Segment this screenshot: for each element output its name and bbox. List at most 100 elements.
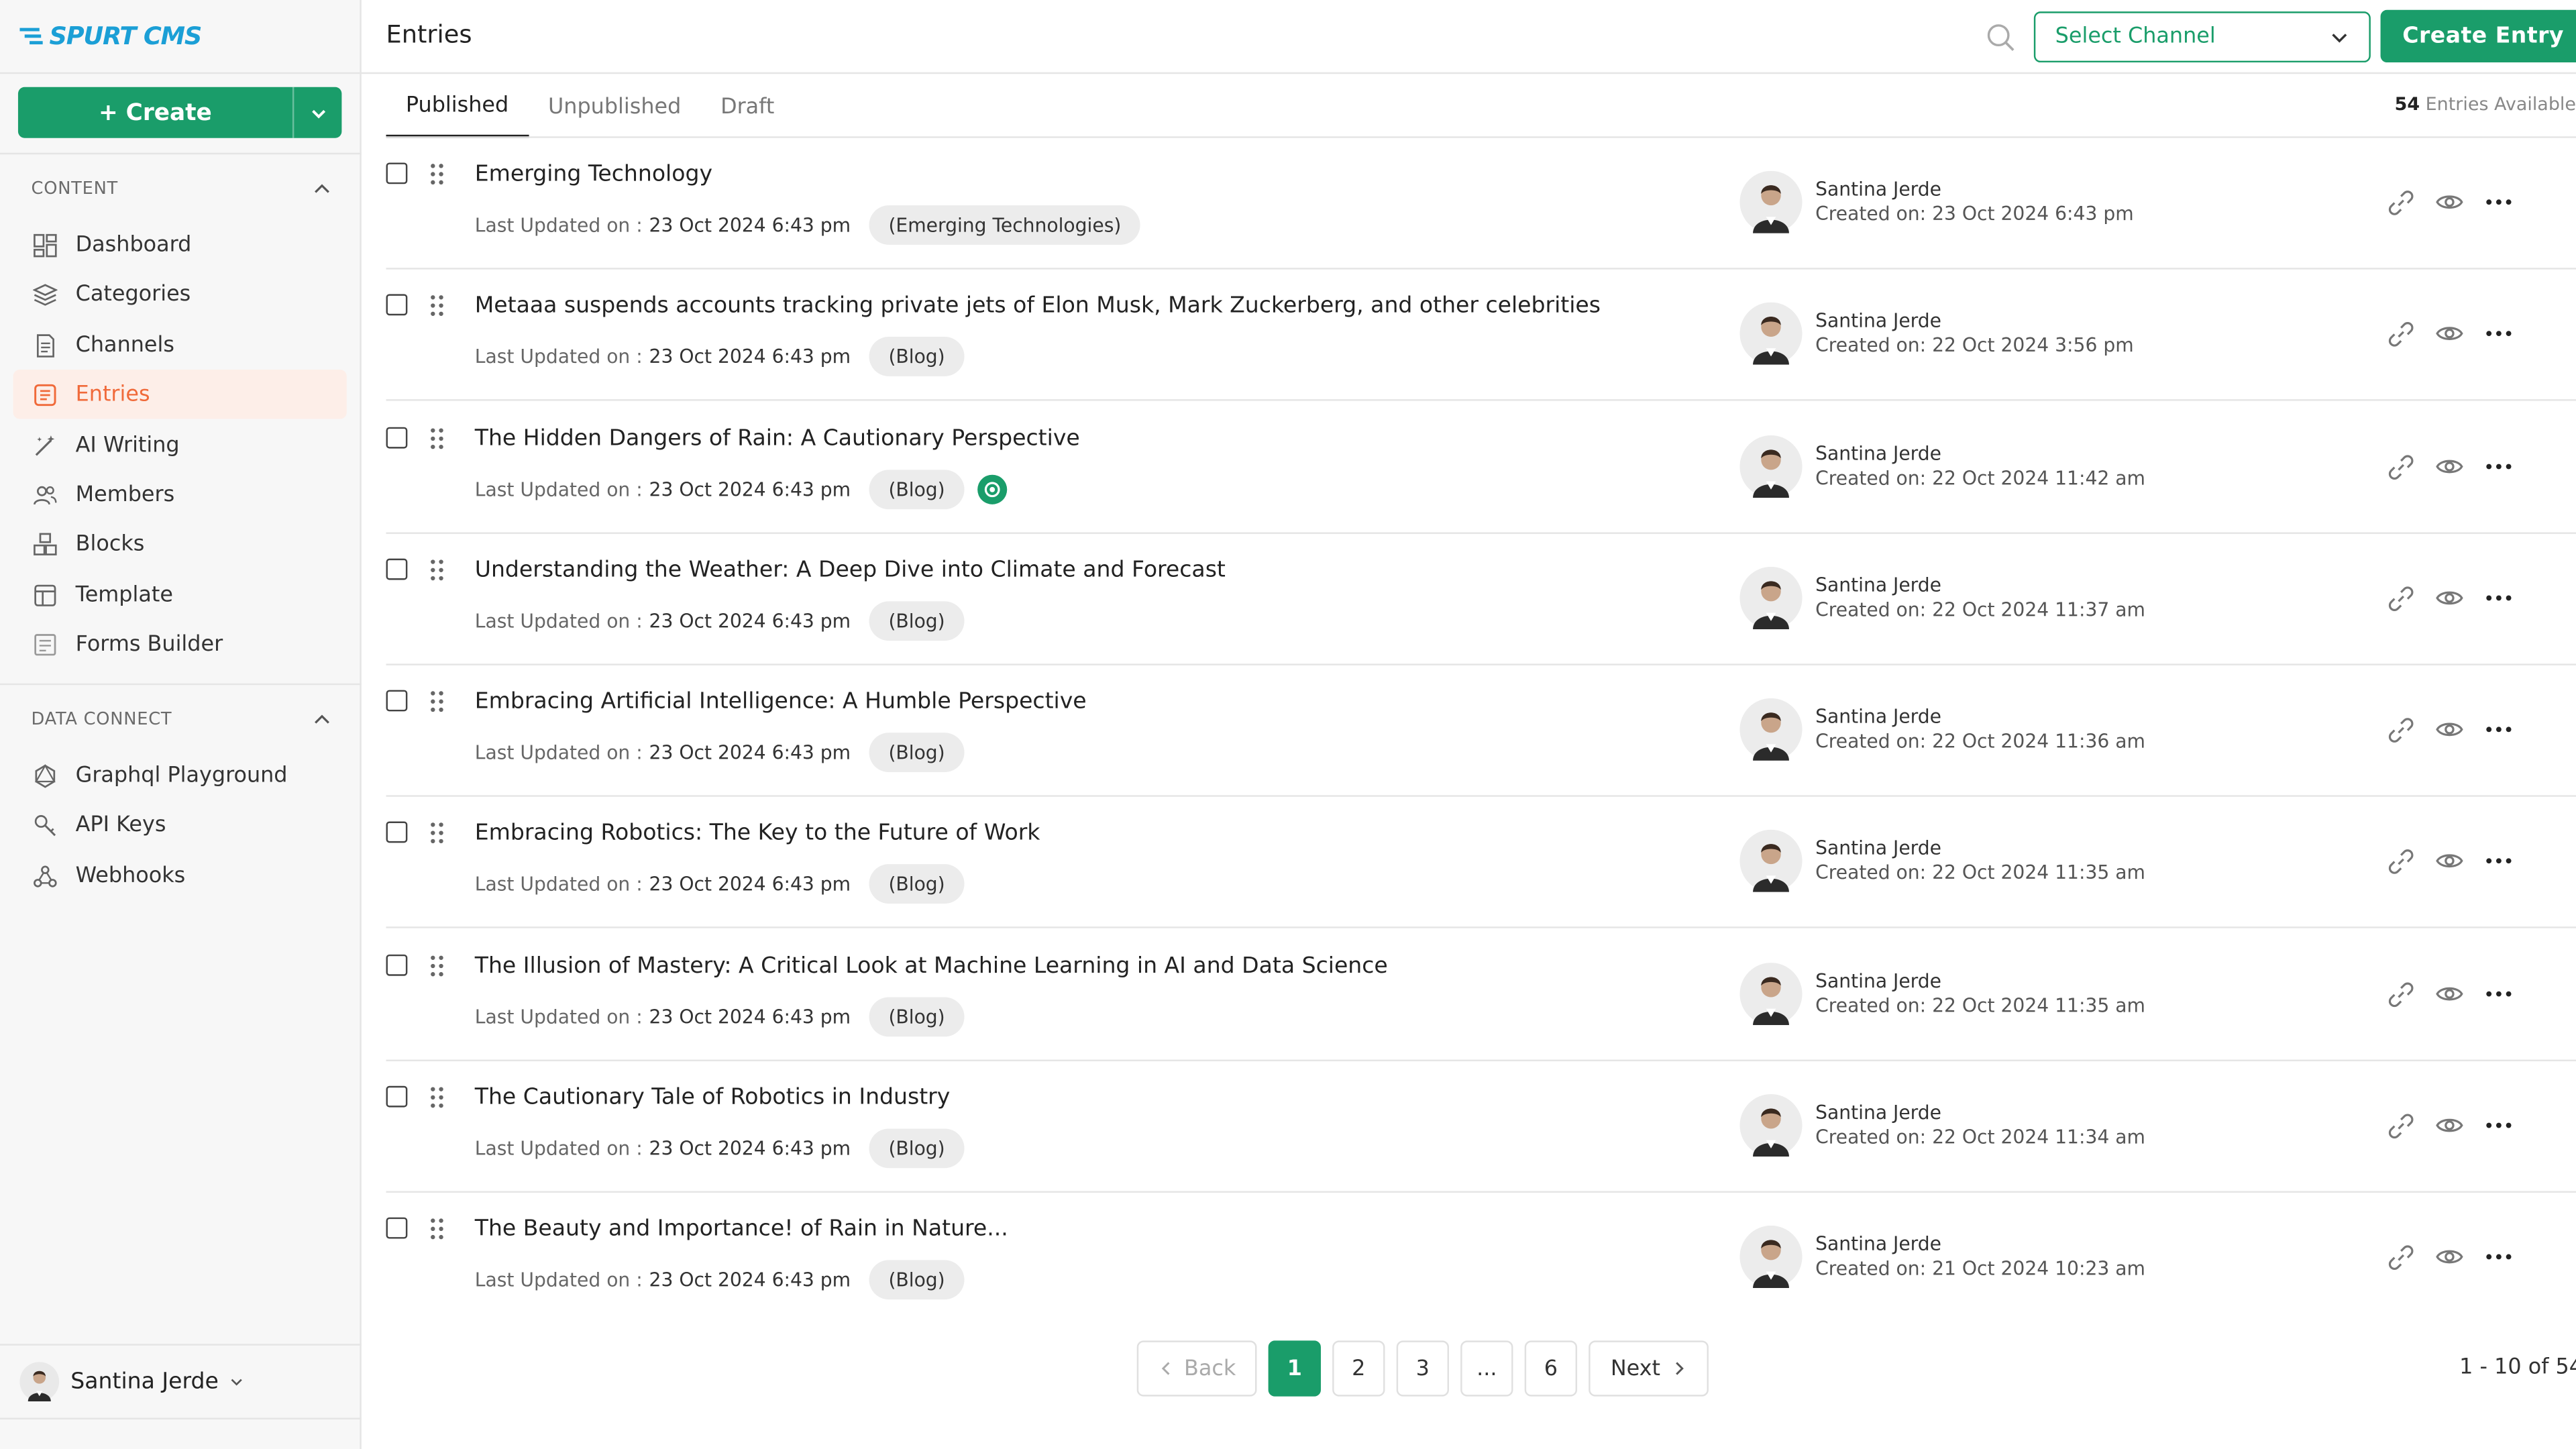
sidebar-item-members[interactable]: Members [13,470,347,519]
table-row[interactable]: Embracing Artificial Intelligence: A Hum… [386,665,2576,797]
more-options-button[interactable] [2481,1239,2517,1275]
sidebar-item-forms-builder[interactable]: Forms Builder [13,619,347,668]
search-button[interactable] [1984,21,2017,54]
pagination-back-button[interactable]: Back [1136,1340,1257,1397]
tab-draft[interactable]: Draft [701,76,794,138]
sidebar-item-channels[interactable]: Channels [13,321,347,370]
more-options-button[interactable] [2481,1108,2517,1144]
author-name: Santina Jerde [1815,969,1941,993]
table-row[interactable]: The Hidden Dangers of Rain: A Cautionary… [386,402,2576,534]
entry-title[interactable]: Embracing Artificial Intelligence: A Hum… [475,688,1087,714]
entry-title[interactable]: The Hidden Dangers of Rain: A Cautionary… [475,425,1080,451]
row-checkbox[interactable] [386,294,408,316]
channel-select[interactable]: Select Channel [2033,11,2371,63]
drag-handle-icon[interactable] [429,1084,445,1108]
entry-title[interactable]: Emerging Technology [475,161,712,187]
create-entry-button[interactable]: Create Entry [2380,9,2576,63]
pagination-page-3[interactable]: 3 [1396,1340,1449,1397]
chevron-up-icon[interactable] [312,179,331,199]
copy-link-button[interactable] [2382,843,2418,879]
preview-button[interactable] [2431,449,2467,485]
sidebar-item-blocks[interactable]: Blocks [13,519,347,568]
drag-handle-icon[interactable] [429,1216,445,1240]
table-row[interactable]: Embracing Robotics: The Key to the Futur… [386,797,2576,928]
sidebar-item-graphql-playground[interactable]: Graphql Playground [13,751,347,800]
preview-button[interactable] [2431,711,2467,747]
more-options-button[interactable] [2481,184,2517,220]
more-options-button[interactable] [2481,580,2517,616]
table-row[interactable]: The Beauty and Importance! of Rain in Na… [386,1193,2576,1324]
more-options-button[interactable] [2481,449,2517,485]
sidebar-item-categories[interactable]: Categories [13,270,347,319]
entry-title[interactable]: The Beauty and Importance! of Rain in Na… [475,1216,1008,1242]
table-row[interactable]: The Cautionary Tale of Robotics in Indus… [386,1061,2576,1193]
app-logo[interactable]: SPURT CMS [19,16,202,56]
more-options-button[interactable] [2481,976,2517,1012]
drag-handle-icon[interactable] [429,292,445,316]
drag-handle-icon[interactable] [429,820,445,844]
preview-button[interactable] [2431,1239,2467,1275]
row-checkbox[interactable] [386,821,408,843]
chevron-down-icon [231,1379,242,1386]
preview-button[interactable] [2431,184,2467,220]
sidebar-item-label: Graphql Playground [75,763,288,788]
row-checkbox[interactable] [386,690,408,712]
drag-handle-icon[interactable] [429,953,445,977]
table-row[interactable]: Emerging Technology Last Updated on : 23… [386,138,2576,270]
pagination-page-1[interactable]: 1 [1268,1340,1321,1397]
tab-published[interactable]: Published [386,76,529,138]
row-checkbox[interactable] [386,427,408,449]
copy-link-button[interactable] [2382,315,2418,352]
create-button[interactable]: + Create [17,87,342,138]
more-options-button[interactable] [2481,315,2517,352]
user-menu[interactable]: Santina Jerde [0,1344,362,1419]
entry-title[interactable]: Metaaa suspends accounts tracking privat… [475,292,1601,319]
more-options-button[interactable] [2481,711,2517,747]
preview-button[interactable] [2431,580,2467,616]
entry-title[interactable]: Understanding the Weather: A Deep Dive i… [475,557,1226,583]
drag-handle-icon[interactable] [429,161,445,185]
row-checkbox[interactable] [386,1085,408,1108]
sidebar-item-dashboard[interactable]: Dashboard [13,220,347,269]
pagination-page-6[interactable]: 6 [1524,1340,1578,1397]
preview-button[interactable] [2431,976,2467,1012]
preview-button[interactable] [2431,843,2467,879]
entry-title[interactable]: Embracing Robotics: The Key to the Futur… [475,820,1040,846]
create-button-label[interactable]: + Create [18,87,292,138]
sidebar-item-api-keys[interactable]: API Keys [13,800,347,849]
row-checkbox[interactable] [386,162,408,184]
pagination-page-2[interactable]: 2 [1332,1340,1385,1397]
preview-button[interactable] [2431,1108,2467,1144]
sidebar-item-entries[interactable]: Entries [13,370,347,419]
tab-unpublished[interactable]: Unpublished [529,76,701,138]
copy-link-button[interactable] [2382,711,2418,747]
copy-link-button[interactable] [2382,449,2418,485]
copy-link-button[interactable] [2382,976,2418,1012]
chevron-up-icon[interactable] [312,710,331,729]
drag-handle-icon[interactable] [429,557,445,581]
copy-link-button[interactable] [2382,1108,2418,1144]
table-row[interactable]: Understanding the Weather: A Deep Dive i… [386,534,2576,665]
more-options-button[interactable] [2481,843,2517,879]
row-checkbox[interactable] [386,1217,408,1239]
copy-link-button[interactable] [2382,1239,2418,1275]
drag-handle-icon[interactable] [429,425,445,449]
entry-title[interactable]: The Illusion of Mastery: A Critical Look… [475,953,1388,979]
entry-title[interactable]: The Cautionary Tale of Robotics in Indus… [475,1084,951,1110]
drag-handle-icon[interactable] [429,688,445,712]
copy-link-button[interactable] [2382,184,2418,220]
sidebar-item-template[interactable]: Template [13,570,347,619]
copy-link-button[interactable] [2382,580,2418,616]
row-checkbox[interactable] [386,558,408,580]
section-header-data-connect[interactable]: DATA CONNECT [32,706,332,733]
create-dropdown-toggle[interactable] [292,87,341,138]
pagination-next-button[interactable]: Next [1589,1340,1709,1397]
section-header-content[interactable]: CONTENT [32,176,332,202]
table-row[interactable]: Metaaa suspends accounts tracking privat… [386,270,2576,401]
preview-button[interactable] [2431,315,2467,352]
row-checkbox[interactable] [386,954,408,976]
table-row[interactable]: The Illusion of Mastery: A Critical Look… [386,930,2576,1062]
more-horizontal-icon [2486,1254,2512,1260]
sidebar-item-webhooks[interactable]: Webhooks [13,851,347,900]
sidebar-item-ai-writing[interactable]: AI Writing [13,421,347,470]
